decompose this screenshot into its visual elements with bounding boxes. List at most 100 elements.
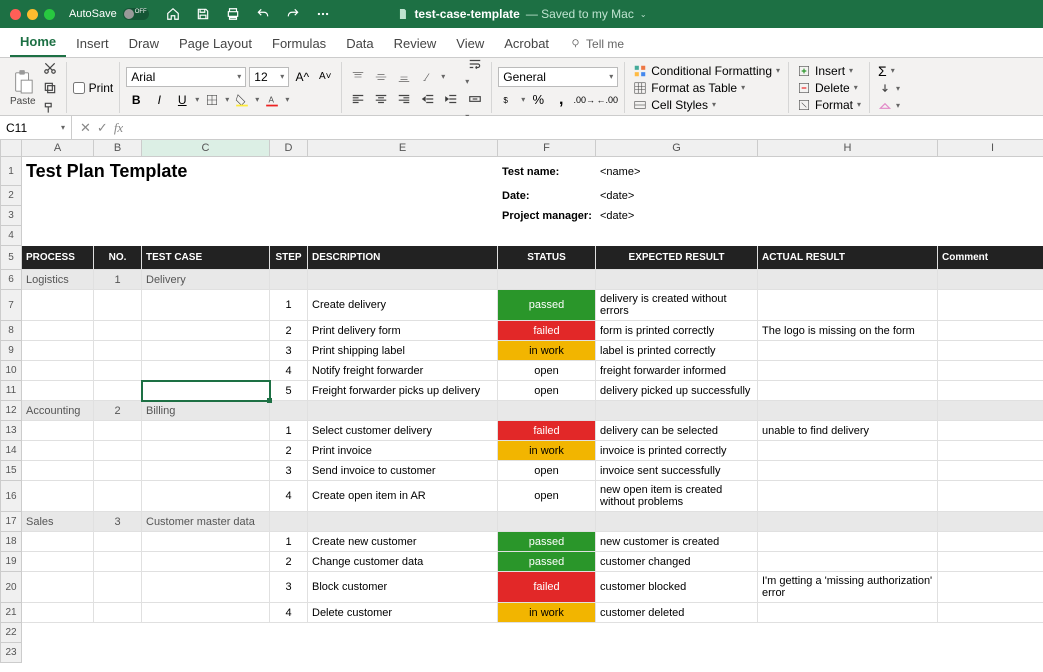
cell[interactable] [142,461,270,481]
col-head-D[interactable]: D [270,140,308,157]
minimize-window-button[interactable] [27,9,38,20]
spreadsheet-grid[interactable]: ABCDEFGHI1Test Plan TemplateTest name:<n… [0,140,1043,663]
cell[interactable] [142,341,270,361]
format-painter-icon[interactable] [40,99,60,117]
bold-button[interactable]: B [126,91,146,109]
enter-formula-icon[interactable]: ✓ [97,120,108,136]
autosum-button[interactable]: Σ▾ [876,62,902,80]
document-title[interactable]: test-case-template — Saved to my Mac ⌄ [396,7,646,21]
col-head-H[interactable]: H [758,140,938,157]
tell-me-search[interactable]: Tell me [559,31,634,57]
cell[interactable] [142,361,270,381]
row-head[interactable]: 14 [0,441,22,461]
orientation-icon[interactable] [418,68,438,86]
cancel-formula-icon[interactable]: ✕ [80,120,91,136]
row-head[interactable]: 15 [0,461,22,481]
cell[interactable] [142,552,270,572]
undo-icon[interactable] [253,5,273,23]
italic-button[interactable]: I [149,91,169,109]
cell[interactable] [142,290,270,321]
font-color-icon[interactable]: A [262,91,282,109]
paste-button[interactable]: Paste [10,69,36,107]
redo-icon[interactable] [283,5,303,23]
row-head[interactable]: 19 [0,552,22,572]
tab-review[interactable]: Review [384,30,447,57]
merge-icon[interactable] [465,90,485,108]
row-head[interactable]: 2 [0,186,22,206]
conditional-formatting-button[interactable]: Conditional Formatting▾ [631,63,782,79]
group-process[interactable]: Logistics [22,270,94,290]
row-head[interactable]: 9 [0,341,22,361]
fill-color-icon[interactable] [232,91,252,109]
tab-pagelayout[interactable]: Page Layout [169,30,262,57]
name-box[interactable]: C11▾ [0,116,72,139]
percent-icon[interactable]: % [528,91,548,109]
align-right-icon[interactable] [394,90,414,108]
step-description[interactable]: Create open item in AR [308,481,498,512]
col-head-A[interactable]: A [22,140,94,157]
status-badge[interactable]: open [498,381,596,401]
clear-button[interactable]: ▾ [876,98,902,114]
step-description[interactable]: Delete customer [308,603,498,623]
step-description[interactable]: Freight forwarder picks up delivery [308,381,498,401]
row-head[interactable]: 21 [0,603,22,623]
status-badge[interactable]: open [498,481,596,512]
save-icon[interactable] [193,5,213,23]
step-description[interactable]: Create delivery [308,290,498,321]
tab-view[interactable]: View [446,30,494,57]
underline-button[interactable]: U [172,91,192,109]
cell[interactable] [142,441,270,461]
cell[interactable] [142,532,270,552]
meta-testname-value[interactable]: <name> [596,157,758,186]
col-head-C[interactable]: C [142,140,270,157]
autosave-switch[interactable] [123,8,149,20]
copy-icon[interactable] [40,79,60,97]
status-badge[interactable]: passed [498,552,596,572]
row-head[interactable]: 4 [0,226,22,246]
status-badge[interactable]: open [498,461,596,481]
step-description[interactable]: Notify freight forwarder [308,361,498,381]
status-badge[interactable]: in work [498,341,596,361]
print-checkbox[interactable]: Print [73,81,114,95]
font-face-select[interactable]: Arial▾ [126,67,246,87]
row-head[interactable]: 5 [0,246,22,270]
selected-cell[interactable] [142,381,270,401]
step-description[interactable]: Select customer delivery [308,421,498,441]
cell[interactable] [142,603,270,623]
cell[interactable] [142,321,270,341]
row-head[interactable]: 20 [0,572,22,603]
number-format-select[interactable]: General▾ [498,67,618,87]
insert-cells-button[interactable]: Insert▾ [795,63,863,79]
align-top-icon[interactable] [348,68,368,86]
tab-formulas[interactable]: Formulas [262,30,336,57]
fill-button[interactable]: ▾ [876,81,902,97]
increase-font-icon[interactable]: A^ [292,68,312,86]
row-head[interactable]: 6 [0,270,22,290]
formula-input[interactable] [131,116,1043,139]
cell[interactable] [142,481,270,512]
row-head[interactable]: 23 [0,643,22,663]
group-process[interactable]: Accounting [22,401,94,421]
tab-home[interactable]: Home [10,28,66,57]
delete-cells-button[interactable]: Delete▾ [795,80,863,96]
print-icon[interactable] [223,5,243,23]
status-badge[interactable]: failed [498,321,596,341]
col-head-B[interactable]: B [94,140,142,157]
group-process[interactable]: Sales [22,512,94,532]
cell[interactable] [142,421,270,441]
row-head[interactable]: 7 [0,290,22,321]
row-head[interactable]: 16 [0,481,22,512]
font-size-select[interactable]: 12▾ [249,67,289,87]
status-badge[interactable]: passed [498,532,596,552]
cell-styles-button[interactable]: Cell Styles▾ [631,97,782,113]
align-left-icon[interactable] [348,90,368,108]
decrease-decimal-icon[interactable]: ←.00 [597,91,617,109]
col-head-I[interactable]: I [938,140,1043,157]
more-icon[interactable] [313,5,333,23]
increase-decimal-icon[interactable]: .00→ [574,91,594,109]
row-head[interactable]: 22 [0,623,22,643]
step-description[interactable]: Block customer [308,572,498,603]
status-badge[interactable]: failed [498,421,596,441]
align-middle-icon[interactable] [371,68,391,86]
step-description[interactable]: Change customer data [308,552,498,572]
